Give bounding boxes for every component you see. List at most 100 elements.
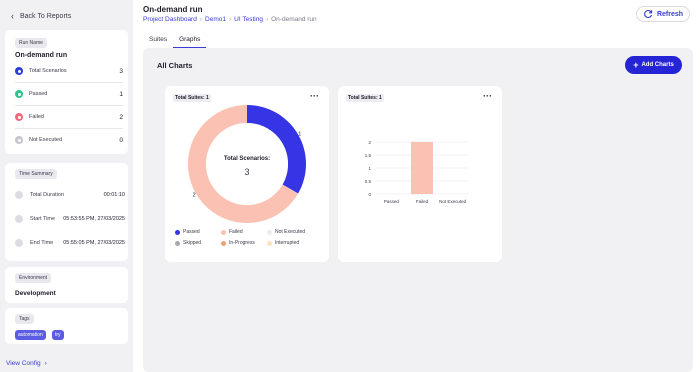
donut-center-label: Total Scenarios: bbox=[224, 156, 270, 162]
y-tick-label: 1 bbox=[368, 166, 371, 171]
breadcrumb-demo1[interactable]: Demo1 bbox=[205, 16, 226, 23]
not-executed-status-icon bbox=[15, 136, 23, 144]
environment-label: Environment bbox=[15, 273, 52, 283]
legend-item: In-Progress bbox=[221, 240, 267, 246]
legend-item: Failed bbox=[221, 229, 267, 235]
legend-swatch bbox=[175, 229, 180, 235]
time-label: End Time bbox=[30, 240, 54, 246]
breadcrumb: Project Dashboard › Demo1 › UI Testing ›… bbox=[143, 16, 317, 23]
x-tick-label: Failed bbox=[416, 199, 429, 204]
time-summary-label: Time Summary bbox=[15, 169, 57, 179]
x-tick-label: Not Executed bbox=[439, 199, 467, 204]
time-value: 00:01:10 bbox=[103, 192, 125, 198]
charts-panel: All Charts + Add Charts Total Suites: 1 … bbox=[143, 48, 693, 372]
stat-label: Passed bbox=[29, 91, 48, 97]
bar-chart: 0 0.5 1 1.5 2 Passed Failed Not Executed bbox=[338, 102, 502, 232]
legend-swatch bbox=[221, 240, 226, 246]
breadcrumb-separator-icon: › bbox=[228, 16, 232, 23]
clock-icon bbox=[15, 239, 23, 247]
time-label: Start Time bbox=[30, 216, 56, 222]
refresh-label: Refresh bbox=[656, 10, 684, 18]
donut-slice-label: 2 bbox=[193, 193, 196, 199]
breadcrumb-ui-testing[interactable]: UI Testing bbox=[234, 16, 263, 23]
chevron-right-icon: › bbox=[44, 360, 47, 367]
legend-item: Passed bbox=[175, 229, 221, 235]
add-charts-button[interactable]: + Add Charts bbox=[625, 56, 682, 74]
clock-icon bbox=[15, 191, 23, 199]
bar-failed[interactable] bbox=[411, 142, 433, 194]
chart-title: Total Suites: 1 bbox=[173, 94, 211, 102]
breadcrumb-project-dashboard[interactable]: Project Dashboard bbox=[143, 16, 197, 23]
chart-title: Total Suites: 1 bbox=[346, 94, 384, 102]
tabs: Suites Graphs bbox=[143, 34, 207, 48]
stat-not-executed: Not Executed 0 bbox=[15, 134, 123, 146]
y-tick-label: 0 bbox=[368, 192, 371, 197]
divider bbox=[15, 82, 123, 83]
breadcrumb-separator-icon: › bbox=[265, 16, 269, 23]
stat-value: 1 bbox=[119, 90, 123, 98]
time-summary-card: Time Summary Total Duration 00:01:10 Sta… bbox=[5, 163, 128, 261]
legend-item: Not Executed bbox=[267, 229, 317, 235]
divider bbox=[15, 105, 123, 106]
back-to-reports-link[interactable]: ‹ Back To Reports bbox=[11, 11, 71, 21]
time-value: 05:55:05 PM, 27/03/2025 bbox=[63, 240, 125, 246]
tag-automation[interactable]: automation bbox=[15, 330, 46, 340]
stat-label: Not Executed bbox=[29, 137, 63, 143]
stat-value: 2 bbox=[119, 113, 123, 121]
section-title: All Charts bbox=[157, 61, 193, 70]
more-options-icon[interactable]: ··· bbox=[310, 91, 319, 101]
plus-icon: + bbox=[633, 59, 639, 70]
run-name-label: Run Name bbox=[15, 38, 47, 48]
passed-status-icon bbox=[15, 90, 23, 98]
legend-label: Passed bbox=[183, 229, 200, 235]
legend-swatch bbox=[175, 240, 180, 246]
tab-graphs[interactable]: Graphs bbox=[173, 34, 207, 48]
stat-label: Failed bbox=[29, 114, 44, 120]
stat-value: 3 bbox=[119, 67, 123, 75]
legend-item: Skipped bbox=[175, 240, 221, 246]
view-config-link[interactable]: View Config › bbox=[6, 360, 47, 367]
breadcrumb-current: On-demand run bbox=[271, 16, 317, 23]
bar-svg: 0 0.5 1 1.5 2 Passed Failed Not Executed bbox=[365, 140, 468, 204]
total-status-icon bbox=[15, 67, 23, 75]
legend-swatch bbox=[267, 240, 272, 246]
run-summary-card: Run Name On-demand run Total Scenarios 3… bbox=[5, 30, 128, 154]
y-tick-label: 2 bbox=[368, 140, 371, 145]
environment-card: Environment Development bbox=[5, 267, 128, 303]
donut-center-value: 3 bbox=[244, 167, 249, 177]
more-options-icon[interactable]: ··· bbox=[483, 91, 492, 101]
legend-item: Interrupted bbox=[267, 240, 317, 246]
end-time-row: End Time 05:55:05 PM, 27/03/2025 bbox=[15, 239, 125, 247]
legend-label: Failed bbox=[229, 229, 243, 235]
bar-chart-card: Total Suites: 1 ··· 0 0.5 1 1.5 2 Passed Faile… bbox=[338, 86, 502, 262]
run-name: On-demand run bbox=[15, 52, 68, 59]
clock-icon bbox=[15, 215, 23, 223]
donut-slice-label: 1 bbox=[298, 132, 301, 138]
donut-chart-card: Total Suites: 1 ··· Total Scenarios: 3 1… bbox=[165, 86, 329, 262]
divider bbox=[15, 128, 123, 129]
refresh-button[interactable]: Refresh bbox=[636, 6, 690, 22]
add-charts-label: Add Charts bbox=[641, 62, 674, 68]
legend-swatch bbox=[267, 229, 272, 235]
page-title: On-demand run bbox=[143, 5, 203, 14]
tag-try[interactable]: try bbox=[52, 330, 64, 340]
sidebar: ‹ Back To Reports Run Name On-demand run… bbox=[0, 0, 133, 372]
time-value: 05:53:55 PM, 27/03/2025 bbox=[63, 216, 125, 222]
legend-label: Not Executed bbox=[275, 229, 306, 235]
y-tick-label: 0.5 bbox=[365, 179, 372, 184]
stat-total-scenarios: Total Scenarios 3 bbox=[15, 65, 123, 77]
donut-chart: Total Scenarios: 3 1 2 bbox=[185, 102, 309, 226]
chevron-left-icon: ‹ bbox=[11, 11, 14, 21]
total-duration-row: Total Duration 00:01:10 bbox=[15, 191, 125, 199]
x-tick-label: Passed bbox=[384, 199, 400, 204]
stat-value: 0 bbox=[119, 136, 123, 144]
time-label: Total Duration bbox=[30, 192, 64, 198]
y-tick-label: 1.5 bbox=[365, 153, 372, 158]
tab-suites[interactable]: Suites bbox=[143, 34, 173, 48]
donut-svg: Total Scenarios: 3 1 2 bbox=[188, 105, 306, 223]
chart-legend: Passed Failed Not Executed Skipped In-Pr… bbox=[175, 229, 325, 246]
legend-label: Skipped bbox=[183, 240, 202, 246]
environment-value: Development bbox=[15, 290, 56, 297]
tags-label: Tags bbox=[15, 314, 34, 324]
refresh-icon bbox=[644, 10, 653, 19]
